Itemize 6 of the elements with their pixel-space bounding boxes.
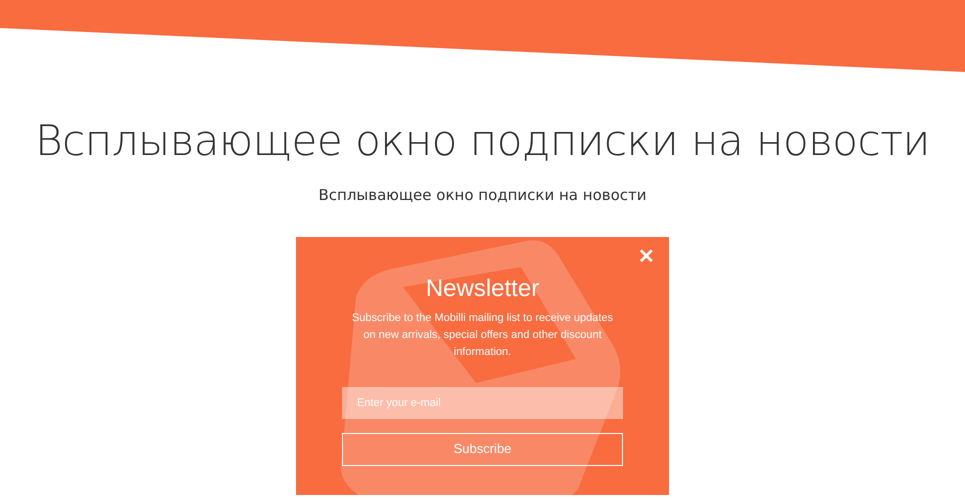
subscribe-button[interactable]: Subscribe <box>342 432 623 466</box>
page-subheading: Всплывающее окно подписки на новости <box>317 185 648 206</box>
popup-description: Subscribe to the Mobilli mailing list to receive updates on new arrivals, special offers and other discount information. <box>350 310 614 360</box>
popup-title: Newsletter <box>424 274 540 304</box>
close-button[interactable]: ✕ <box>636 244 657 269</box>
page-heading: Всплывающее окно подписки на новости <box>34 116 931 166</box>
